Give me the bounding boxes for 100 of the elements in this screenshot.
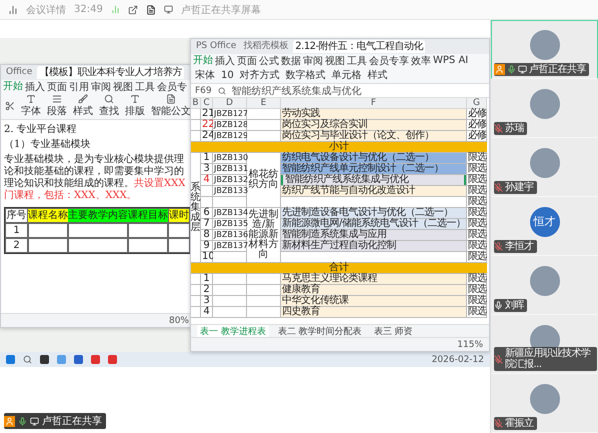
table-cell[interactable]: 四史教育 [281, 307, 467, 318]
body-paragraph: 专业基础模块，是为专业核心模块提供理论和技能基础的课程，即需要集中学习的理论知识和技能组成的课程。共设置XXX门课程，包括：XXX、XXX。 [4, 154, 186, 202]
column-header[interactable]: C [201, 98, 213, 109]
sharing-badge: 卢哲正在共享 [4, 413, 106, 429]
column-header[interactable]: B [191, 98, 201, 109]
menu-tab[interactable]: 视图 [325, 54, 345, 68]
menu-tab[interactable]: 审阅 [303, 54, 323, 68]
menu-tab[interactable]: WPS AI [433, 55, 468, 66]
table-cell [201, 186, 213, 197]
menu-tab[interactable]: 工具 [135, 80, 155, 94]
table-cell[interactable] [281, 252, 467, 263]
ribbon-button[interactable]: 字体 [21, 94, 41, 118]
table-cell[interactable]: 先进制造设备电气设计与优化（二选一） [281, 208, 467, 219]
avatar-placeholder [530, 384, 560, 414]
name-tag: 刘晖 [494, 299, 527, 312]
table-cell [213, 296, 247, 307]
table-cell[interactable]: 智能纺织产线系统集成与优化 [281, 175, 467, 186]
avatar-placeholder [530, 266, 560, 296]
sheet-tab[interactable]: 表一 教学进程表 [197, 324, 269, 338]
ribbon-button[interactable]: 样式 [73, 94, 93, 118]
table-cell[interactable]: 劳动实践 [281, 109, 467, 120]
table-cell[interactable]: 健康教育 [281, 285, 467, 296]
table-header: 课时 [168, 208, 190, 223]
sheet-tab[interactable]: 表二 教学时间分配表 [274, 324, 365, 338]
ribbon-button[interactable]: 数字格式 [286, 68, 326, 82]
search-icon[interactable] [218, 86, 226, 94]
ribbon-button[interactable]: 单元格 [332, 68, 362, 82]
document-icon[interactable] [146, 4, 156, 14]
window-tab[interactable]: 【模板】职业本科专业人才培养方 [37, 66, 184, 79]
table-cell: 3 [201, 296, 213, 307]
table-cell [68, 223, 128, 238]
table-cell[interactable]: 新材料生产过程自动化控制 [281, 241, 467, 252]
table-cell[interactable]: 中华文化传统课 [281, 296, 467, 307]
table-cell: 21 [201, 109, 213, 120]
name-tag: 卢哲正在共享 [494, 63, 589, 76]
table-cell[interactable] [281, 197, 467, 208]
menu-tab[interactable]: 数据 [281, 54, 301, 68]
taskbar-date: 2026-02-12 [432, 354, 484, 364]
menu-tab[interactable]: 页面 [237, 54, 257, 68]
menu-tab[interactable]: 视图 [113, 80, 133, 94]
menu-tab[interactable]: 工具 [347, 54, 367, 68]
table-cell[interactable]: 智能制造系统集成与应用 [281, 230, 467, 241]
menu-tab[interactable]: 引用 [69, 80, 89, 94]
window-tab[interactable]: Office [4, 66, 34, 79]
participant-tile[interactable]: 孙建宇 [491, 138, 598, 197]
name-box[interactable]: F69 [195, 86, 212, 96]
brush-icon [78, 94, 88, 104]
table-cell[interactable]: 岗位实习及综合实训 [281, 120, 467, 131]
participant-tile[interactable]: 恒才 李恒才 [491, 197, 598, 256]
menu-tab[interactable]: 公式 [259, 54, 279, 68]
table-cell [247, 274, 281, 285]
table-cell[interactable]: 纺织电气设备设计与优化（二选一） [281, 153, 467, 164]
menu-tab[interactable]: 审阅 [91, 80, 111, 94]
external-link-icon[interactable] [128, 4, 138, 14]
ribbon-button[interactable]: 样式 [368, 68, 388, 82]
column-header[interactable]: D [213, 98, 247, 109]
table-cell[interactable]: 马克思主义理论类课程 [281, 274, 467, 285]
formula-field[interactable]: 智能纺织产线系统集成与优化 [232, 84, 362, 98]
zoom-level[interactable]: 115% [457, 340, 483, 350]
participant-tile[interactable]: 新疆应用职业技术学院汇报... [491, 315, 598, 374]
table-cell [247, 307, 281, 318]
zoom-level[interactable]: 80% [168, 316, 189, 326]
menu-tab[interactable]: 页面 [47, 80, 67, 94]
table-cell: 2 [5, 238, 28, 253]
table-cell: 限选 [467, 274, 487, 285]
column-header[interactable]: E [247, 98, 281, 109]
window-tab[interactable]: 2.12-附件五：电气工程自动化 [293, 40, 426, 53]
window-tab[interactable]: PS Office [194, 40, 238, 53]
column-header[interactable]: F [281, 98, 467, 109]
table-cell[interactable]: 岗位实习与毕业设计（论文、创作） [281, 131, 467, 142]
table-cell [28, 223, 68, 238]
menu-tab[interactable]: 插入 [215, 54, 235, 68]
column-header[interactable]: G [467, 98, 487, 109]
participant-tile[interactable]: 霍振立 [491, 374, 598, 433]
scissors-icon[interactable] [5, 101, 15, 111]
table-cell[interactable]: 新能源微电网/储能系统电气设计（二选一） [281, 219, 467, 230]
window-tab[interactable]: 找稻壳模板 [241, 40, 290, 53]
table-cell [68, 238, 128, 253]
menu-tab[interactable]: 会员专享 [369, 54, 409, 68]
participant-tile[interactable]: 苏瑞 [491, 79, 598, 138]
ribbon-button[interactable]: 对齐方式 [240, 68, 280, 82]
table-cell [247, 296, 281, 307]
ribbon-button[interactable]: 查找 [99, 94, 119, 118]
participant-tile[interactable]: 刘晖 [491, 256, 598, 315]
app-icon[interactable] [74, 355, 83, 364]
sheet-tab[interactable]: 表三 师资 [370, 324, 416, 338]
ribbon-button[interactable]: 段落 [47, 94, 67, 118]
menu-tab[interactable]: 会员专 [157, 80, 187, 94]
menu-tab[interactable]: 效率 [411, 54, 431, 68]
search-icon[interactable] [23, 355, 32, 364]
ribbon-button[interactable]: 智能公文 [151, 94, 191, 118]
menu-tab[interactable]: 插入 [25, 80, 45, 94]
table-cell[interactable]: 纺织产线节能与自动化改造设计 [281, 186, 467, 197]
font-select[interactable]: 宋体 [195, 68, 215, 82]
ribbon-button[interactable]: 排版 [125, 94, 145, 118]
table-cell [201, 197, 213, 208]
table-cell: 限选 [467, 153, 487, 164]
font-size-select[interactable]: 10 [221, 70, 234, 80]
participant-tile[interactable]: 卢哲正在共享 [491, 20, 598, 79]
table-cell[interactable]: 智能纺织产线单元控制设计（二选一） [281, 164, 467, 175]
